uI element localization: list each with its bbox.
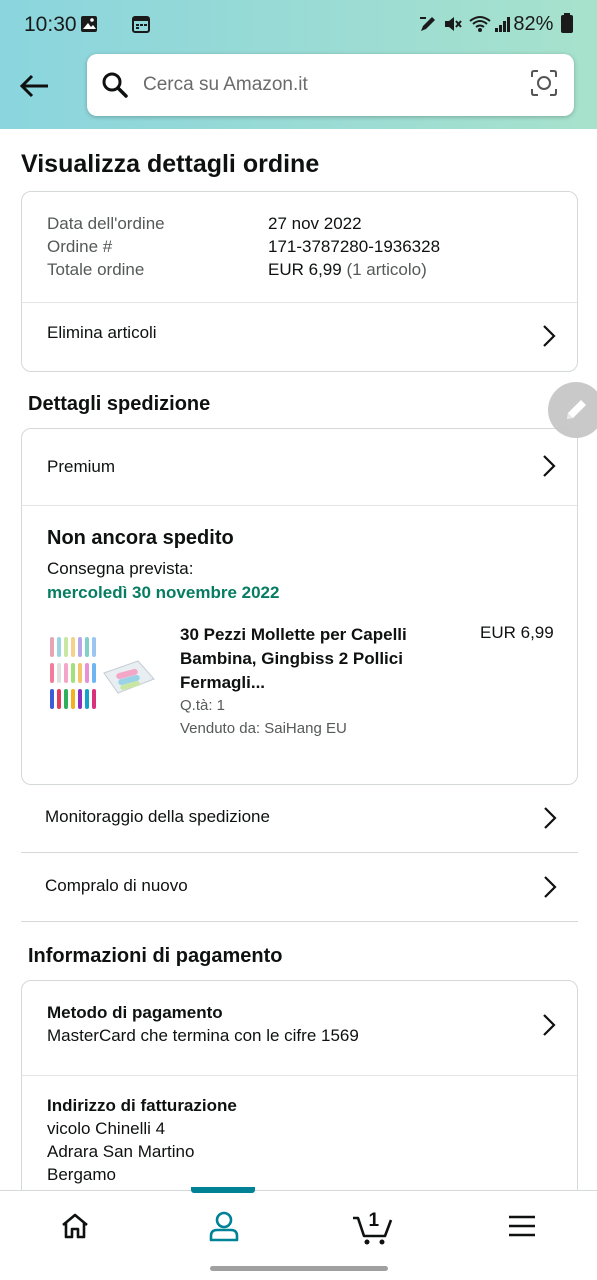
payment-method-row[interactable]: Metodo di pagamento MasterCard che termi…	[22, 981, 577, 1075]
buy-again-row[interactable]: Compralo di nuovo	[21, 854, 578, 922]
order-number-value: 171-3787280-1936328	[268, 237, 441, 256]
order-item-count: (1 articolo)	[346, 260, 427, 279]
product-quantity: Q.tà: 1	[180, 697, 226, 714]
search-bar[interactable]	[87, 54, 574, 116]
order-total-amount: EUR 6,99	[268, 260, 342, 279]
order-date-value: 27 nov 2022	[268, 214, 362, 233]
edit-floating-button[interactable]	[548, 382, 597, 438]
delete-items-label: Elimina articoli	[47, 323, 157, 342]
cart-count-badge: 1	[368, 1210, 380, 1231]
search-icon	[102, 72, 128, 98]
track-shipment-row[interactable]: Monitoraggio della spedizione	[21, 785, 578, 853]
product-title[interactable]: 30 Pezzi Mollette per Capelli Bambina, G…	[180, 623, 450, 695]
gallery-icon	[80, 14, 98, 39]
payment-card: Metodo di pagamento MasterCard che termi…	[21, 980, 578, 1220]
shipment-status: Non ancora spedito	[47, 527, 234, 549]
status-bar: 10:30 82%	[0, 0, 597, 50]
product-price: EUR 6,99	[480, 623, 554, 642]
product-seller: Venduto da: SaiHang EU	[180, 720, 347, 737]
battery-icon	[561, 13, 573, 33]
shipping-section-title: Dettagli spedizione	[28, 393, 211, 415]
shipping-type-label: Premium	[47, 457, 116, 476]
divider	[22, 505, 577, 506]
battery-percent: 82%	[513, 13, 554, 35]
bottom-navigation: 1	[0, 1187, 597, 1261]
home-icon	[61, 1213, 88, 1239]
buy-again-label: Compralo di nuovo	[45, 876, 188, 895]
track-shipment-label: Monitoraggio della spedizione	[45, 807, 270, 826]
expected-delivery-label: Consegna prevista:	[47, 559, 194, 578]
shipping-card: Premium Non ancora spedito Consegna prev…	[21, 428, 578, 785]
expected-delivery-date: mercoledì 30 novembre 2022	[47, 583, 280, 602]
mute-icon	[443, 14, 463, 39]
order-summary-card: Data dell'ordine 27 nov 2022 Ordine # 17…	[21, 191, 578, 372]
order-total-label: Totale ordine	[47, 260, 145, 279]
chevron-right-icon	[543, 455, 556, 477]
status-time: 10:30	[24, 13, 77, 36]
wifi-icon	[468, 14, 492, 39]
pencil-icon	[567, 400, 586, 419]
page-title: Visualizza dettagli ordine	[21, 150, 320, 178]
payment-section-title: Informazioni di pagamento	[28, 945, 283, 967]
calendar-icon	[132, 14, 150, 39]
billing-address-line: Adrara San Martino	[47, 1142, 195, 1161]
divider	[22, 1075, 577, 1076]
nav-account[interactable]	[149, 1191, 298, 1261]
order-total-value: EUR 6,99 (1 articolo)	[268, 260, 427, 280]
chevron-right-icon	[544, 876, 557, 898]
back-button[interactable]	[14, 66, 54, 106]
billing-address-line: vicolo Chinelli 4	[47, 1119, 166, 1138]
chevron-right-icon	[544, 807, 557, 829]
payment-method-value: MasterCard che termina con le cifre 1569	[47, 1026, 359, 1045]
battery-indicator: 82%	[513, 13, 573, 36]
signal-icon	[494, 14, 512, 39]
nav-cart[interactable]: 1	[298, 1191, 447, 1261]
shipping-type-row[interactable]: Premium	[22, 429, 577, 505]
search-input[interactable]	[143, 74, 513, 96]
product-image[interactable]	[46, 635, 158, 717]
app-header	[0, 50, 597, 129]
pen-icon	[418, 14, 438, 39]
account-icon	[209, 1211, 238, 1242]
chevron-right-icon	[543, 1014, 556, 1036]
camera-search-icon[interactable]	[530, 69, 558, 97]
payment-method-title: Metodo di pagamento	[47, 1003, 223, 1022]
nav-menu[interactable]	[447, 1191, 596, 1261]
delete-items-row[interactable]: Elimina articoli	[22, 303, 577, 372]
hair-clips-image	[50, 637, 155, 709]
billing-address-title: Indirizzo di fatturazione	[47, 1096, 237, 1115]
menu-icon	[508, 1215, 535, 1237]
order-number-label: Ordine #	[47, 237, 113, 256]
gesture-handle[interactable]	[210, 1266, 388, 1271]
nav-home[interactable]	[0, 1191, 149, 1261]
order-date-label: Data dell'ordine	[47, 214, 165, 233]
arrow-left-icon	[19, 74, 48, 98]
chevron-right-icon	[543, 325, 556, 347]
billing-address-line: Bergamo	[47, 1165, 116, 1184]
